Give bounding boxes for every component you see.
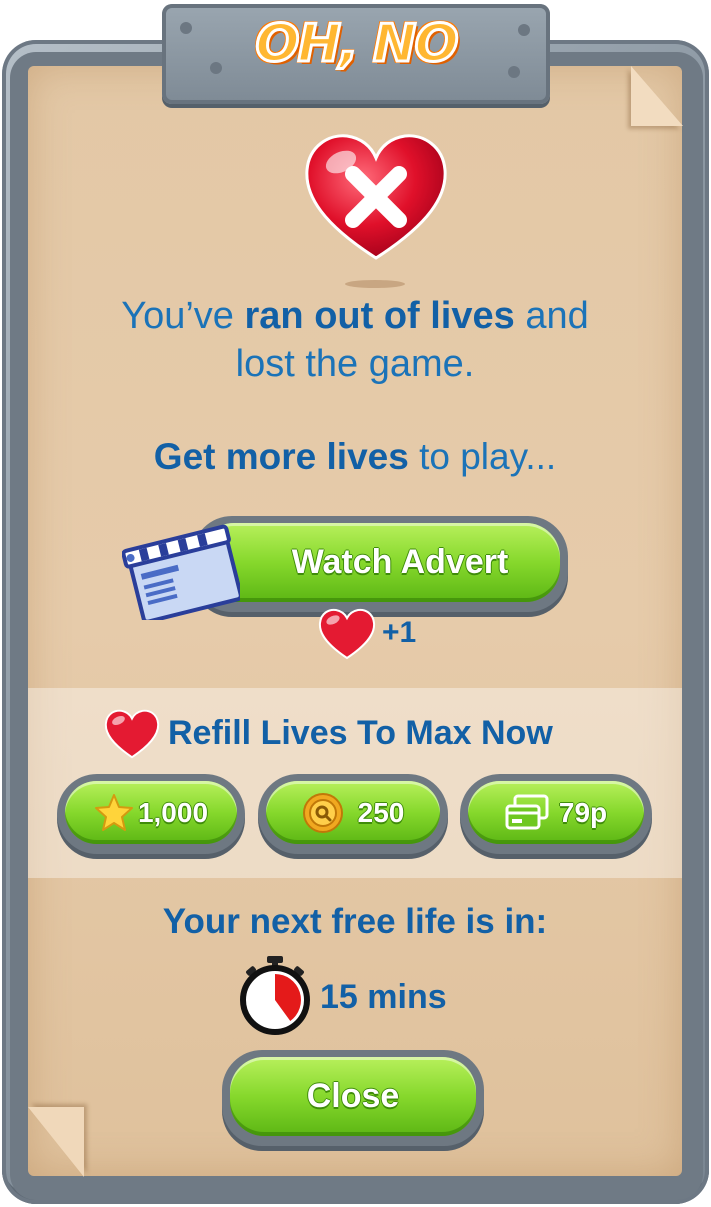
refill-coins-price: 250 bbox=[357, 796, 405, 828]
page-title: OH, NO bbox=[254, 13, 460, 76]
refill-stars-price: 1,000 bbox=[137, 796, 209, 828]
stopwatch-icon bbox=[240, 956, 310, 1035]
clapperboard-icon bbox=[122, 524, 240, 620]
close-button[interactable]: Close bbox=[222, 1050, 484, 1146]
coin-icon bbox=[302, 792, 343, 833]
watch-advert-label: Watch Advert bbox=[291, 543, 509, 581]
next-life-time: 15 mins bbox=[320, 978, 447, 1016]
heart-icon bbox=[318, 608, 376, 660]
refill-purchase-button[interactable]: 79p bbox=[460, 774, 652, 854]
prompt-rest: to play... bbox=[408, 436, 557, 477]
prompt-emphasis: Get more lives bbox=[153, 436, 409, 477]
refill-purchase-button-face[interactable]: 79p bbox=[468, 781, 644, 844]
heart-icon bbox=[104, 709, 160, 759]
more-lives-prompt: Get more lives to play... bbox=[40, 433, 670, 481]
refill-heading: Refill Lives To Max Now bbox=[168, 714, 553, 752]
card-icon bbox=[505, 794, 549, 829]
parchment-curl-top-right bbox=[631, 66, 683, 126]
parchment-curl-bottom-left bbox=[28, 1107, 84, 1177]
heart-shadow bbox=[345, 280, 405, 288]
star-icon bbox=[94, 793, 133, 831]
close-label: Close bbox=[306, 1077, 400, 1115]
watch-advert-button-face[interactable]: Watch Advert bbox=[200, 523, 560, 602]
lives-message: You’ve ran out of lives and lost the gam… bbox=[40, 292, 670, 388]
next-life-heading: Your next free life is in: bbox=[162, 902, 548, 941]
message-suffix: and bbox=[514, 295, 589, 337]
reward-amount: +1 bbox=[382, 616, 417, 649]
message-emphasis: ran out of lives bbox=[244, 295, 515, 337]
message-line2: lost the game. bbox=[235, 343, 475, 385]
lost-heart-icon bbox=[305, 134, 447, 260]
refill-coins-button-face[interactable]: 250 bbox=[266, 781, 440, 844]
refill-stars-button-face[interactable]: 1,000 bbox=[65, 781, 237, 844]
refill-coins-button[interactable]: 250 bbox=[258, 774, 448, 854]
refill-purchase-price: 79p bbox=[558, 796, 608, 828]
close-button-face[interactable]: Close bbox=[230, 1057, 476, 1136]
watch-advert-button[interactable]: Watch Advert bbox=[192, 516, 568, 612]
message-prefix: You’ve bbox=[121, 295, 245, 337]
refill-stars-button[interactable]: 1,000 bbox=[57, 774, 245, 854]
